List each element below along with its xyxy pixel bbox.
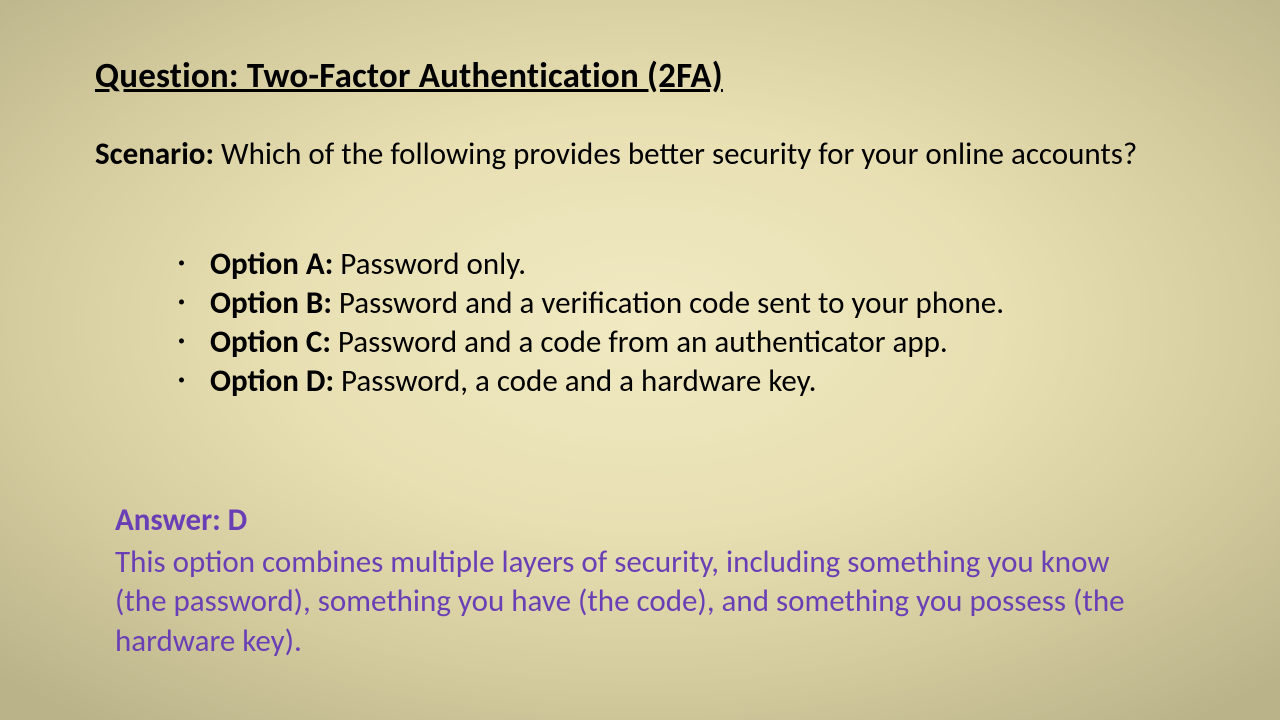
option-d: Option D: Password, a code and a hardwar… xyxy=(170,362,1185,401)
answer-explanation: This option combines multiple layers of … xyxy=(115,543,1125,660)
option-label: Option A: xyxy=(210,245,333,283)
option-text: Password only. xyxy=(333,245,526,283)
option-a: Option A: Password only. xyxy=(170,245,1185,284)
option-text: Password, a code and a hardware key. xyxy=(334,362,816,400)
scenario-block: Scenario: Which of the following provide… xyxy=(95,135,1185,175)
option-label: Option C: xyxy=(210,323,331,361)
option-c: Option C: Password and a code from an au… xyxy=(170,323,1185,362)
answer-heading: Answer: D xyxy=(115,501,1145,541)
option-text: Password and a verification code sent to… xyxy=(332,284,1004,322)
option-b: Option B: Password and a verification co… xyxy=(170,284,1185,323)
scenario-text: Which of the following provides better s… xyxy=(214,135,1137,173)
scenario-label: Scenario: xyxy=(95,135,214,173)
answer-block: Answer: D This option combines multiple … xyxy=(115,501,1145,662)
option-label: Option D: xyxy=(210,362,334,400)
options-list: Option A: Password only. Option B: Passw… xyxy=(170,245,1185,401)
option-label: Option B: xyxy=(210,284,332,322)
question-title: Question: Two-Factor Authentication (2FA… xyxy=(95,55,1185,97)
option-text: Password and a code from an authenticato… xyxy=(331,323,948,361)
